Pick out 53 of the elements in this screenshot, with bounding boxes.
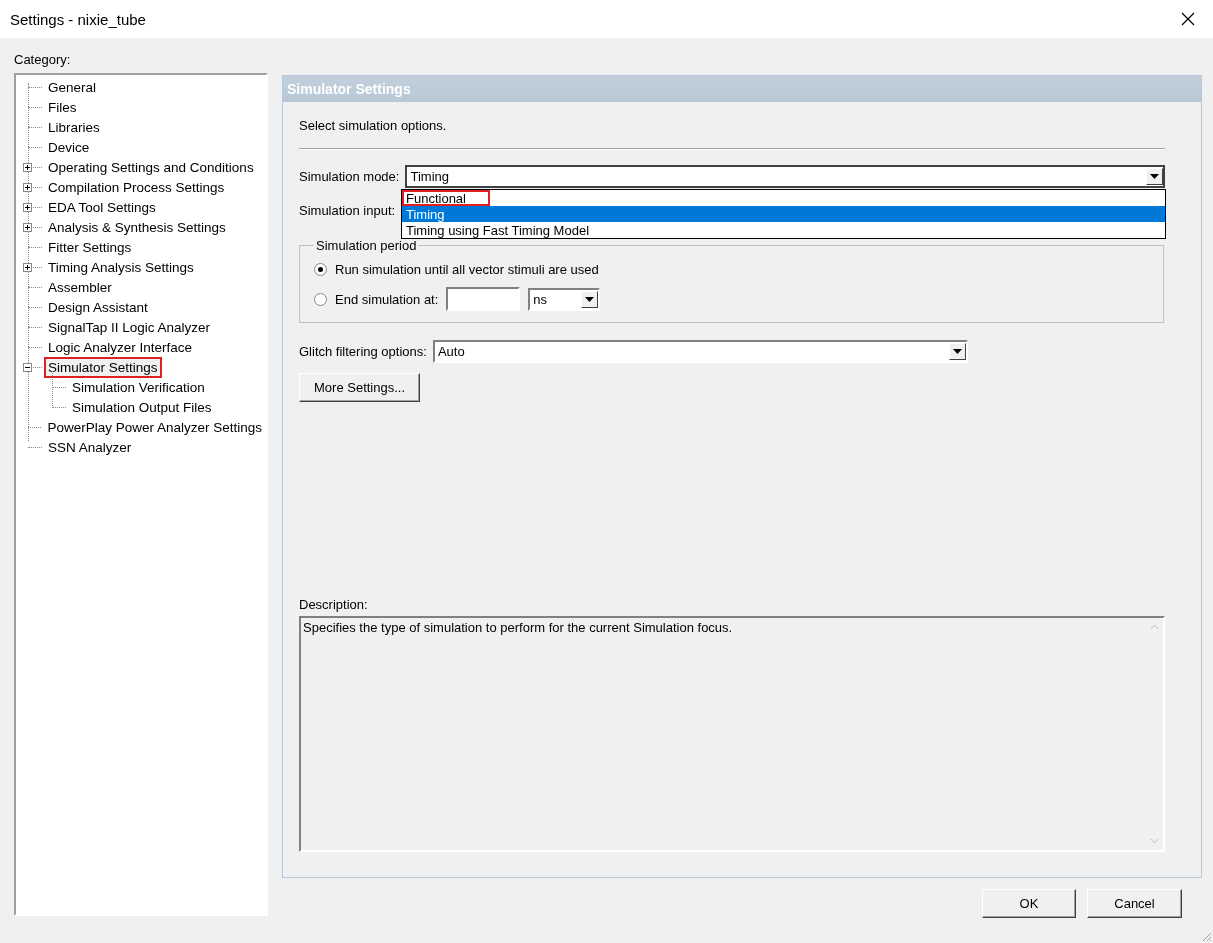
tree-item[interactable]: EDA Tool Settings <box>44 196 160 218</box>
tree-item[interactable]: Assembler <box>44 276 116 298</box>
category-label: Category: <box>14 52 72 69</box>
tree-item[interactable]: Device <box>44 136 94 158</box>
tree-item[interactable]: Design Assistant <box>44 296 152 318</box>
tree-item[interactable]: Timing Analysis Settings <box>44 256 198 278</box>
radio-button[interactable] <box>314 292 327 306</box>
tree-item[interactable]: Simulator Settings <box>44 356 162 378</box>
glitch-filtering-dropdown[interactable]: Auto <box>432 339 968 363</box>
resize-grip-icon[interactable] <box>1200 930 1212 942</box>
tree-item[interactable]: SignalTap II Logic Analyzer <box>44 316 215 338</box>
dialog-button[interactable]: Cancel <box>1087 888 1182 918</box>
tree-item[interactable]: Libraries <box>44 116 104 138</box>
tree-item[interactable]: Fitter Settings <box>44 236 136 258</box>
field-label: Glitch filtering options: <box>299 343 427 359</box>
description-text: Specifies the type of simulation to perform for the current Simulation focus. <box>302 619 734 637</box>
expand-icon[interactable] <box>23 162 32 172</box>
expand-icon[interactable] <box>23 222 32 232</box>
more-settings-button[interactable]: More Settings... <box>299 373 421 402</box>
simulation-mode-dropdown[interactable]: Timing <box>405 164 1165 188</box>
tree-item[interactable]: Compilation Process Settings <box>44 176 229 198</box>
tree-item[interactable]: Simulation Output Files <box>68 396 216 418</box>
expand-icon[interactable] <box>23 202 32 212</box>
radio-label: End simulation at: <box>335 291 439 307</box>
expand-icon[interactable] <box>23 262 32 272</box>
dropdown-option[interactable]: Functional <box>402 190 490 206</box>
dropdown-arrow-icon <box>1150 173 1159 179</box>
panel-title: Simulator Settings <box>283 76 1201 102</box>
radio-label: Run simulation until all vector stimuli are used <box>335 261 599 277</box>
radio-button[interactable] <box>314 262 327 276</box>
tree-item[interactable]: General <box>44 76 101 98</box>
tree-item[interactable]: Operating Settings and Conditions <box>44 156 258 178</box>
end-time-input[interactable] <box>446 287 521 311</box>
tree-item[interactable]: PowerPlay Power Analyzer Settings <box>43 416 266 438</box>
tree-item[interactable]: Simulation Verification <box>68 376 209 398</box>
field-label: Simulation input: <box>299 202 396 218</box>
dropdown-arrow-icon <box>952 348 962 354</box>
dropdown-arrow-icon <box>585 296 595 302</box>
close-icon[interactable] <box>1181 12 1195 26</box>
window-title: Settings - nixie_tube <box>10 10 146 28</box>
unit-dropdown[interactable]: ns <box>528 287 601 311</box>
tree-item[interactable]: Logic Analyzer Interface <box>44 336 197 358</box>
intro-text: Select simulation options. <box>299 118 448 133</box>
collapse-icon[interactable] <box>23 362 32 372</box>
expand-icon[interactable] <box>23 182 32 192</box>
tree-item[interactable]: SSN Analyzer <box>44 436 136 458</box>
dialog-button[interactable]: OK <box>982 888 1076 918</box>
tree-item[interactable]: Files <box>44 96 81 118</box>
group-title: Simulation period <box>315 238 418 253</box>
description-label: Description: <box>299 597 369 612</box>
tree-item[interactable]: Analysis & Synthesis Settings <box>44 216 230 238</box>
field-label: Simulation mode: <box>299 168 400 184</box>
dropdown-option[interactable]: Timing <box>402 206 1165 222</box>
